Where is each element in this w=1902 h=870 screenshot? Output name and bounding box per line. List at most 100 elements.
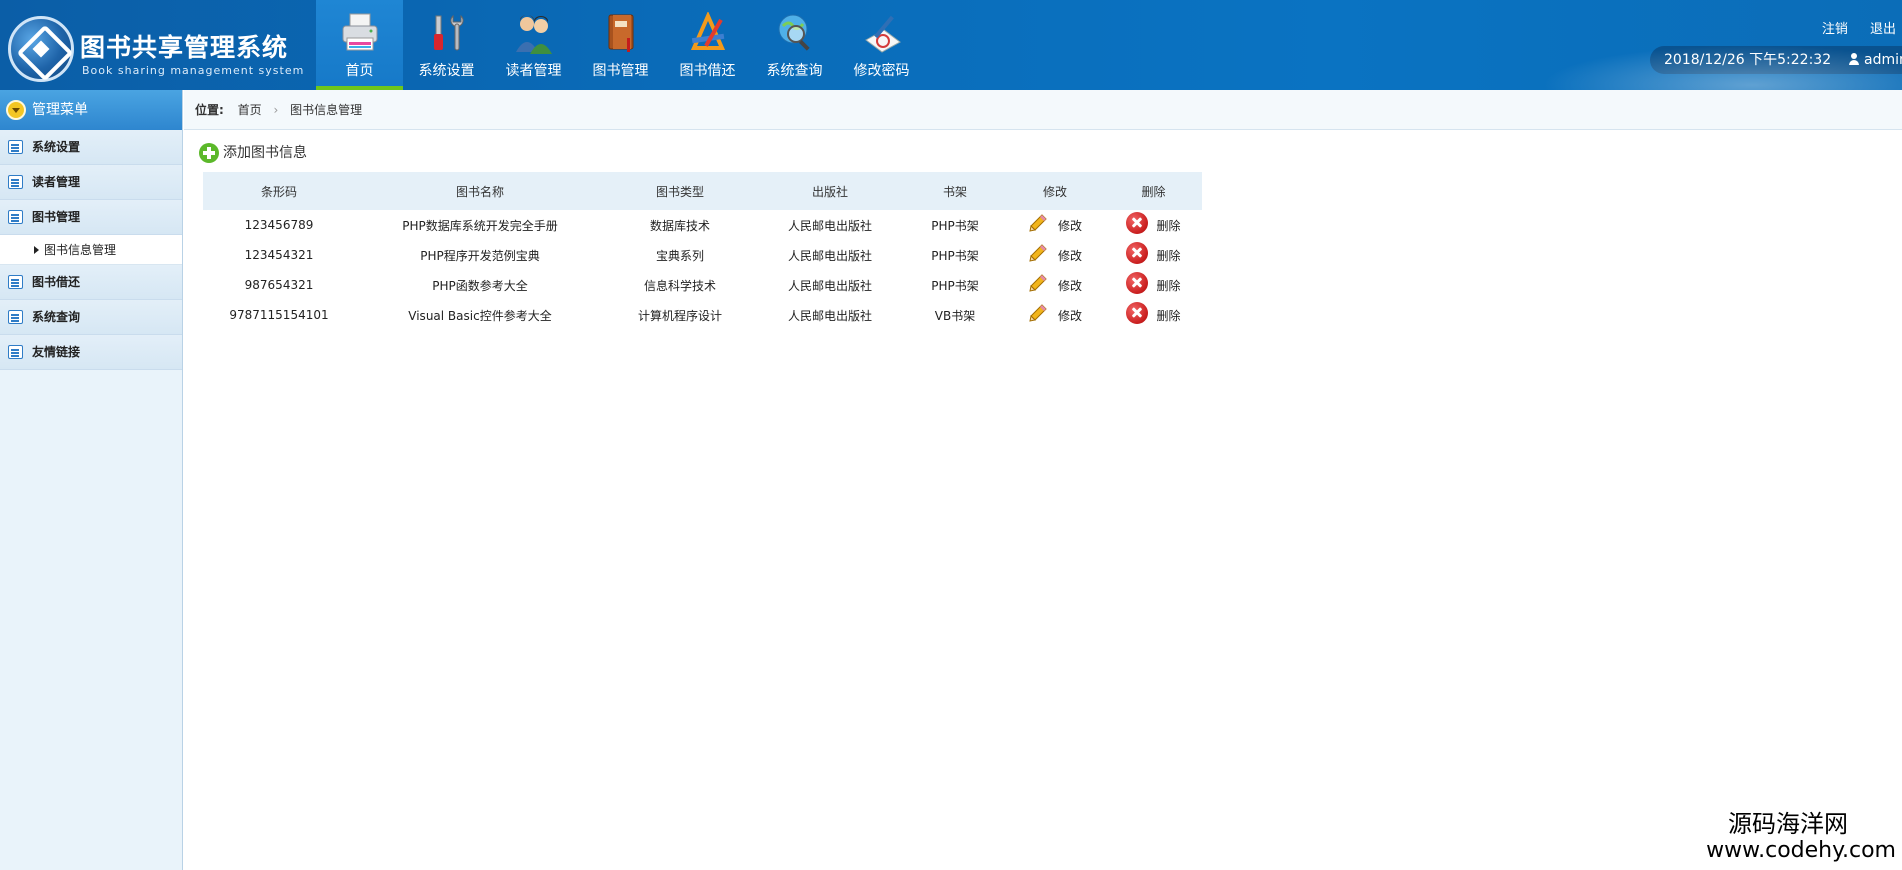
edit-button[interactable]: 修改 (1028, 303, 1082, 324)
delete-x-icon (1126, 211, 1149, 234)
calendar-icon (8, 345, 23, 359)
cell-shelf: PHP书架 (931, 218, 979, 233)
column-header-barcode: 条形码 (203, 172, 355, 210)
sidebar-item-label: 友情链接 (32, 345, 81, 359)
sidebar-item-label: 图书管理 (32, 210, 81, 224)
sidebar-subitem-book-info[interactable]: 图书信息管理 (0, 235, 182, 265)
column-header-delete: 删除 (1105, 172, 1202, 210)
cell-barcode: 987654321 (244, 278, 314, 292)
delete-x-icon (1126, 301, 1149, 324)
nav-item-system-query[interactable]: 系统查询 (751, 0, 838, 90)
delete-button[interactable]: 删除 (1126, 271, 1181, 294)
chat-icon (8, 175, 23, 189)
column-header-book-name: 图书名称 (355, 172, 605, 210)
book-icon (608, 14, 634, 52)
delete-x-icon (1126, 271, 1149, 294)
sidebar-item-friend-links[interactable]: 友情链接 (0, 335, 182, 370)
sidebar-item-label: 读者管理 (32, 175, 81, 189)
delete-button[interactable]: 删除 (1126, 301, 1181, 324)
top-header: 图书共享管理系统 Book sharing management system … (0, 0, 1902, 90)
breadcrumb-prefix: 位置: (195, 103, 224, 117)
edit-label: 修改 (1057, 248, 1082, 263)
watermark-cn: 源码海洋网 (1728, 810, 1848, 838)
sidebar-item-reader-management[interactable]: 读者管理 (0, 165, 182, 200)
datetime-user-box: 2018/12/26 下午5:22:32 admin (1650, 46, 1902, 74)
sidebar-item-label: 系统设置 (32, 140, 81, 154)
logo-emblem-icon (8, 16, 74, 82)
cell-edit: 修改 (1005, 240, 1105, 270)
username: admin (1864, 52, 1902, 68)
cell-shelf: VB书架 (934, 308, 976, 323)
nav-item-system-settings[interactable]: 系统设置 (403, 0, 490, 90)
delete-button[interactable]: 删除 (1126, 211, 1181, 234)
edit-button[interactable]: 修改 (1028, 243, 1082, 264)
printer-icon (342, 13, 378, 51)
cell-edit: 修改 (1005, 270, 1105, 300)
top-nav: 首页 系统设置 读者管理 图书管理 图书借还 系统查询 修改密码 (316, 0, 925, 90)
nav-label: 首页 (345, 63, 374, 79)
sidebar-item-book-borrow-return[interactable]: 图书借还 (0, 265, 182, 300)
watermark: 源码海洋网 www.codehy.com (1706, 810, 1896, 864)
delete-button[interactable]: 删除 (1126, 241, 1181, 264)
cell-delete: 删除 (1105, 300, 1202, 330)
cell-delete: 删除 (1105, 270, 1202, 300)
breadcrumb-current: 图书信息管理 (290, 103, 363, 117)
table-row: 987654321 PHP函数参考大全 信息科学技术 人民邮电出版社 PHP书架… (203, 270, 1202, 300)
pencil-icon (1029, 213, 1047, 232)
sidebar-header[interactable]: 管理菜单 (0, 90, 182, 130)
users-icon (516, 15, 552, 54)
table-row: 123454321 PHP程序开发范例宝典 宝典系列 人民邮电出版社 PHP书架… (203, 240, 1202, 270)
nav-item-change-password[interactable]: 修改密码 (838, 0, 925, 90)
cell-shelf: PHP书架 (931, 248, 979, 263)
nav-item-reader-management[interactable]: 读者管理 (490, 0, 577, 90)
top-links: 注销 退出 (1804, 18, 1896, 37)
cell-book-name: PHP程序开发范例宝典 (420, 248, 540, 263)
cell-edit: 修改 (1005, 210, 1105, 240)
book-table: 条形码 图书名称 图书类型 出版社 书架 修改 删除 123456789 PHP… (203, 172, 1202, 330)
chevron-down-circle-icon (6, 100, 26, 120)
nav-label: 图书借还 (679, 63, 736, 79)
nav-item-home[interactable]: 首页 (316, 0, 403, 90)
nav-item-book-borrow-return[interactable]: 图书借还 (664, 0, 751, 90)
sidebar-item-system-query[interactable]: 系统查询 (0, 300, 182, 335)
sidebar-item-system-settings[interactable]: 系统设置 (0, 130, 182, 165)
breadcrumb-home-link[interactable]: 首页 (238, 103, 262, 117)
delete-x-icon (1126, 241, 1149, 264)
cell-book-name: Visual Basic控件参考大全 (408, 308, 552, 323)
cell-delete: 删除 (1105, 240, 1202, 270)
sidebar-item-book-management[interactable]: 图书管理 (0, 200, 182, 235)
cell-book-type: 计算机程序设计 (637, 308, 722, 323)
logo-title: 图书共享管理系统 (80, 33, 289, 62)
edit-button[interactable]: 修改 (1028, 273, 1082, 294)
globe-search-icon (778, 14, 810, 51)
cell-barcode: 123456789 (244, 218, 314, 232)
cell-barcode: 123454321 (244, 248, 314, 262)
nav-label: 系统查询 (766, 63, 823, 79)
sidebar-subitem-label: 图书信息管理 (44, 243, 117, 257)
pen-paper-icon (865, 15, 901, 53)
logout-link[interactable]: 注销 (1822, 22, 1848, 37)
add-book-label: 添加图书信息 (223, 145, 307, 161)
plus-circle-icon (199, 143, 219, 163)
calendar-icon (8, 275, 23, 289)
cell-book-type: 宝典系列 (655, 248, 704, 263)
edit-label: 修改 (1057, 308, 1082, 323)
edit-button[interactable]: 修改 (1028, 213, 1082, 234)
sidebar: 管理菜单 系统设置 读者管理 图书管理 图书信息管理 图书借还 系统查询 友情链… (0, 90, 183, 870)
cell-book-type: 数据库技术 (649, 218, 710, 233)
cell-delete: 删除 (1105, 210, 1202, 240)
datetime: 2018/12/26 下午5:22:32 (1664, 52, 1832, 68)
table-row: 9787115154101 Visual Basic控件参考大全 计算机程序设计… (203, 300, 1202, 330)
cell-publisher: 人民邮电出版社 (787, 248, 872, 263)
add-book-button[interactable]: 添加图书信息 (199, 142, 307, 164)
nav-item-book-management[interactable]: 图书管理 (577, 0, 664, 90)
list-icon (8, 140, 23, 154)
watermark-url: www.codehy.com (1706, 838, 1896, 863)
sidebar-item-label: 系统查询 (32, 310, 81, 324)
user-icon (1848, 53, 1860, 65)
cell-edit: 修改 (1005, 300, 1105, 330)
logo-subtitle: Book sharing management system (82, 64, 305, 77)
exit-link[interactable]: 退出 (1870, 22, 1896, 37)
edit-icon (8, 210, 23, 224)
cell-publisher: 人民邮电出版社 (787, 218, 872, 233)
